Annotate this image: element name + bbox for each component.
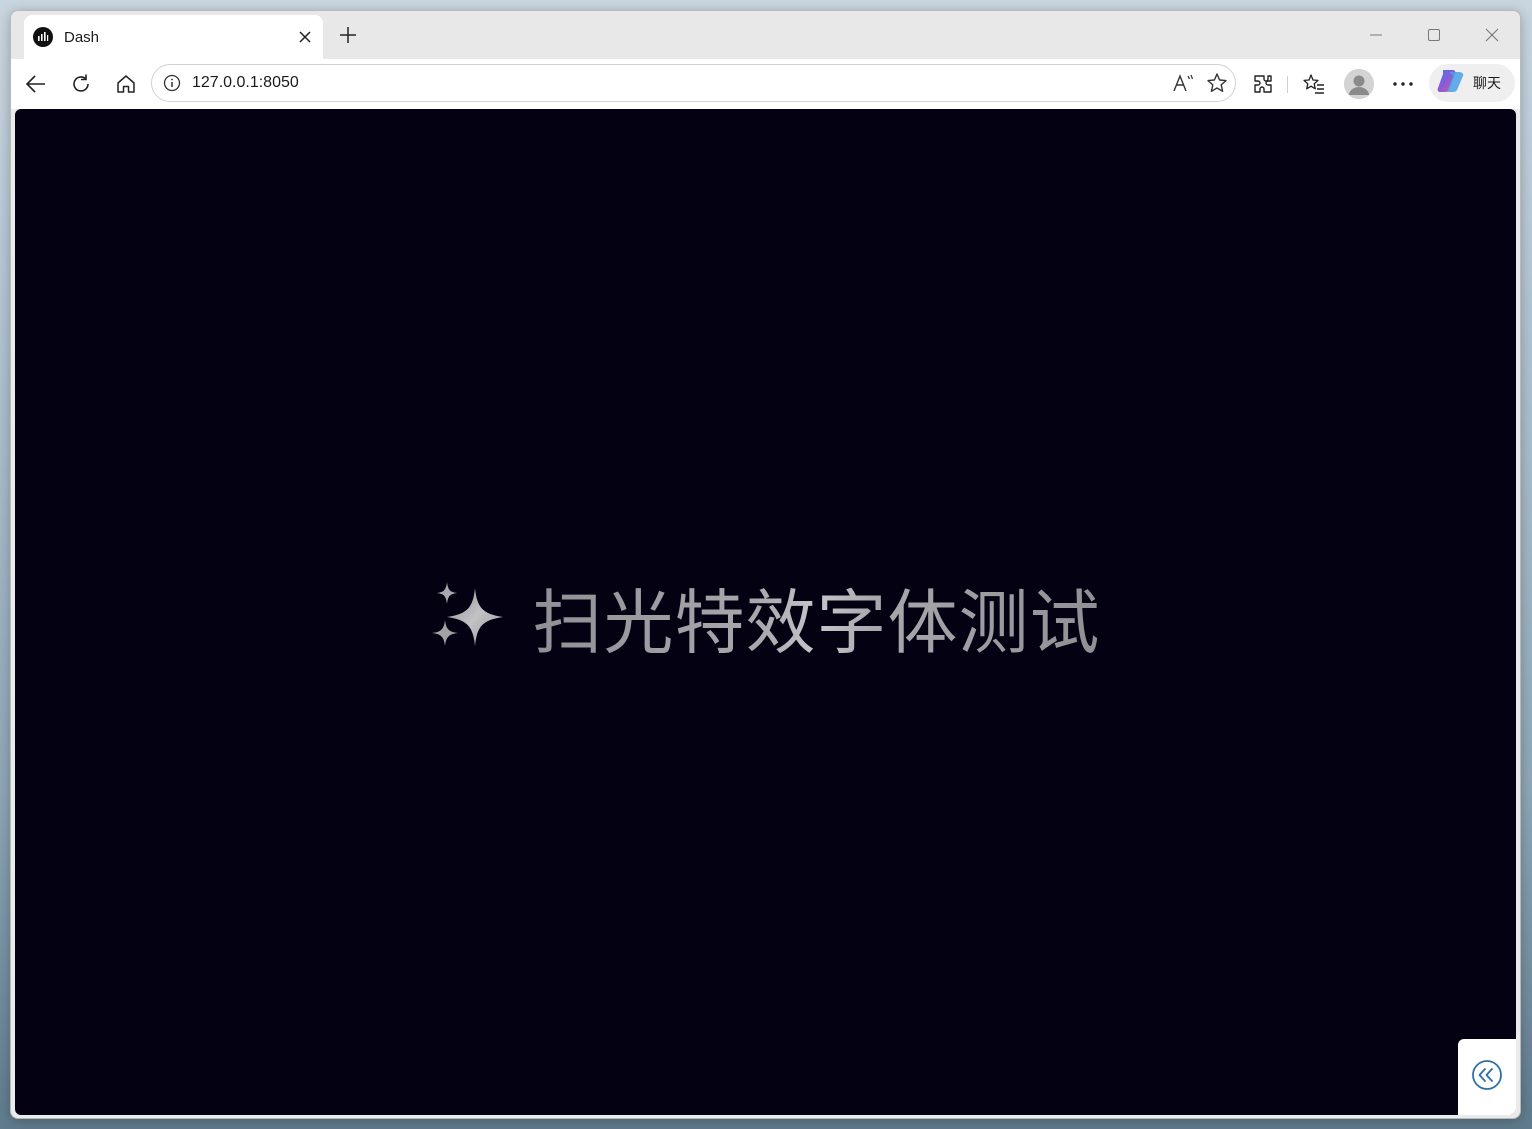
double-chevron-left-icon[interactable]	[1471, 1059, 1503, 1095]
dash-favicon-icon	[33, 27, 53, 47]
user-avatar-icon[interactable]	[1344, 69, 1374, 99]
browser-toolbar: 127.0.0.1:8050 聊天	[11, 59, 1520, 109]
tab-dash[interactable]: Dash	[24, 15, 323, 59]
plus-icon[interactable]	[335, 22, 361, 48]
tab-bar: Dash	[11, 11, 1520, 59]
favorites-list-icon[interactable]	[1299, 69, 1329, 99]
hero-section: 扫光特效字体测试	[15, 109, 1516, 1115]
minimize-icon[interactable]	[1362, 21, 1390, 49]
address-url[interactable]: 127.0.0.1:8050	[192, 65, 299, 101]
sparkles-icon	[431, 582, 505, 652]
copilot-icon	[1437, 68, 1465, 98]
tab-title: Dash	[64, 28, 100, 46]
info-icon[interactable]	[162, 73, 182, 93]
window-close-icon[interactable]	[1478, 21, 1506, 49]
hero-heading-row: 扫光特效字体测试	[431, 567, 1101, 668]
toolbar-divider	[1287, 76, 1288, 93]
puzzle-icon[interactable]	[1248, 69, 1278, 99]
maximize-icon[interactable]	[1420, 21, 1448, 49]
copilot-label: 聊天	[1473, 76, 1501, 92]
star-icon[interactable]	[1204, 70, 1230, 96]
more-icon[interactable]	[1388, 69, 1418, 99]
close-icon[interactable]	[293, 25, 317, 49]
page-heading: 扫光特效字体测试	[533, 567, 1101, 668]
arrow-left-icon[interactable]	[21, 69, 51, 99]
collapse-panel[interactable]	[1458, 1039, 1516, 1115]
read-aloud-icon[interactable]	[1170, 70, 1196, 96]
address-bar[interactable]: 127.0.0.1:8050	[151, 64, 1236, 102]
browser-window: Dash 127.0.0.1:8050 聊天 扫光特效字体测试	[10, 10, 1521, 1119]
copilot-chat-button[interactable]: 聊天	[1429, 64, 1515, 102]
refresh-icon[interactable]	[66, 69, 96, 99]
page-content: 扫光特效字体测试	[15, 109, 1516, 1115]
home-icon[interactable]	[111, 69, 141, 99]
